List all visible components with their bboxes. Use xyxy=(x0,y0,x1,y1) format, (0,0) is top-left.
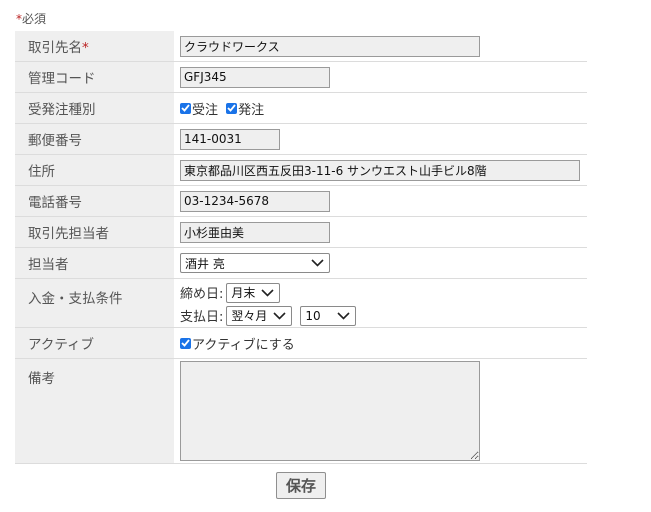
row-active: アクティブ アクティブにする xyxy=(15,327,587,359)
closing-day-line: 締め日: 月末 xyxy=(180,281,587,304)
chevron-down-icon xyxy=(337,311,350,320)
chevron-down-icon xyxy=(261,288,274,297)
payment-month-value: 翌々月 xyxy=(231,309,268,323)
required-note: *必須 xyxy=(16,10,46,27)
partner-form: 取引先名* 管理コード 受発注種別 受注 発注 郵便番号 住所 電話番号 取引先… xyxy=(15,31,587,464)
active-checkbox-label: アクティブにする xyxy=(192,337,295,353)
checkmark-icon xyxy=(226,102,238,114)
management-code-input[interactable] xyxy=(180,66,330,88)
staff-select[interactable]: 酒井 亮 xyxy=(180,253,330,273)
row-remarks: 備考 xyxy=(15,358,587,464)
payment-day-select[interactable]: 10 xyxy=(300,305,357,326)
row-staff: 担当者 酒井 亮 xyxy=(15,247,587,279)
required-note-text: 必須 xyxy=(22,12,47,26)
receive-order-label: 受注 xyxy=(192,102,219,118)
remarks-textarea[interactable] xyxy=(180,361,480,461)
payment-day-line: 支払日: 翌々月 10 xyxy=(180,304,587,327)
chevron-down-icon xyxy=(273,311,286,320)
postal-code-input[interactable] xyxy=(180,128,280,150)
phone-input[interactable] xyxy=(180,190,330,212)
active-checkbox[interactable]: アクティブにする xyxy=(180,334,295,353)
row-postal-code: 郵便番号 xyxy=(15,123,587,155)
closing-day-value: 月末 xyxy=(231,286,256,300)
staff-selected-value: 酒井 亮 xyxy=(185,256,225,271)
order-type-label: 受発注種別 xyxy=(15,92,174,124)
partner-contact-label: 取引先担当者 xyxy=(15,216,174,248)
row-order-type: 受発注種別 受注 発注 xyxy=(15,92,587,124)
row-address: 住所 xyxy=(15,154,587,186)
checkmark-icon xyxy=(180,102,191,114)
payment-day-value: 10 xyxy=(305,308,321,323)
staff-label: 担当者 xyxy=(15,247,174,279)
place-order-checkbox[interactable]: 発注 xyxy=(226,99,264,118)
partner-contact-input[interactable] xyxy=(180,221,330,243)
postal-code-label: 郵便番号 xyxy=(15,123,174,155)
row-management-code: 管理コード xyxy=(15,61,587,93)
row-partner-name: 取引先名* xyxy=(15,31,587,62)
payment-day-label: 支払日: xyxy=(180,310,224,325)
phone-label: 電話番号 xyxy=(15,185,174,217)
address-label: 住所 xyxy=(15,154,174,186)
address-input[interactable] xyxy=(180,159,580,181)
place-order-label: 発注 xyxy=(238,102,265,118)
receive-order-checkbox[interactable]: 受注 xyxy=(180,99,218,118)
remarks-label: 備考 xyxy=(15,358,174,464)
partner-name-label: 取引先名 xyxy=(28,40,82,56)
row-phone: 電話番号 xyxy=(15,185,587,217)
checkmark-icon xyxy=(180,337,191,349)
save-button[interactable]: 保存 xyxy=(276,472,326,499)
closing-day-select[interactable]: 月末 xyxy=(226,282,281,303)
label-partner-name: 取引先名* xyxy=(15,31,174,62)
closing-day-label: 締め日: xyxy=(180,287,224,302)
partner-name-input[interactable] xyxy=(180,35,480,57)
row-payment-terms: 入金・支払条件 締め日: 月末 支払日: 翌々月 10 xyxy=(15,278,587,328)
payment-month-select[interactable]: 翌々月 xyxy=(226,305,293,326)
required-asterisk: * xyxy=(82,40,89,56)
chevron-down-icon xyxy=(311,259,324,267)
row-partner-contact: 取引先担当者 xyxy=(15,216,587,248)
payment-terms-label: 入金・支払条件 xyxy=(15,278,174,328)
management-code-label: 管理コード xyxy=(15,61,174,93)
active-label: アクティブ xyxy=(15,327,174,359)
